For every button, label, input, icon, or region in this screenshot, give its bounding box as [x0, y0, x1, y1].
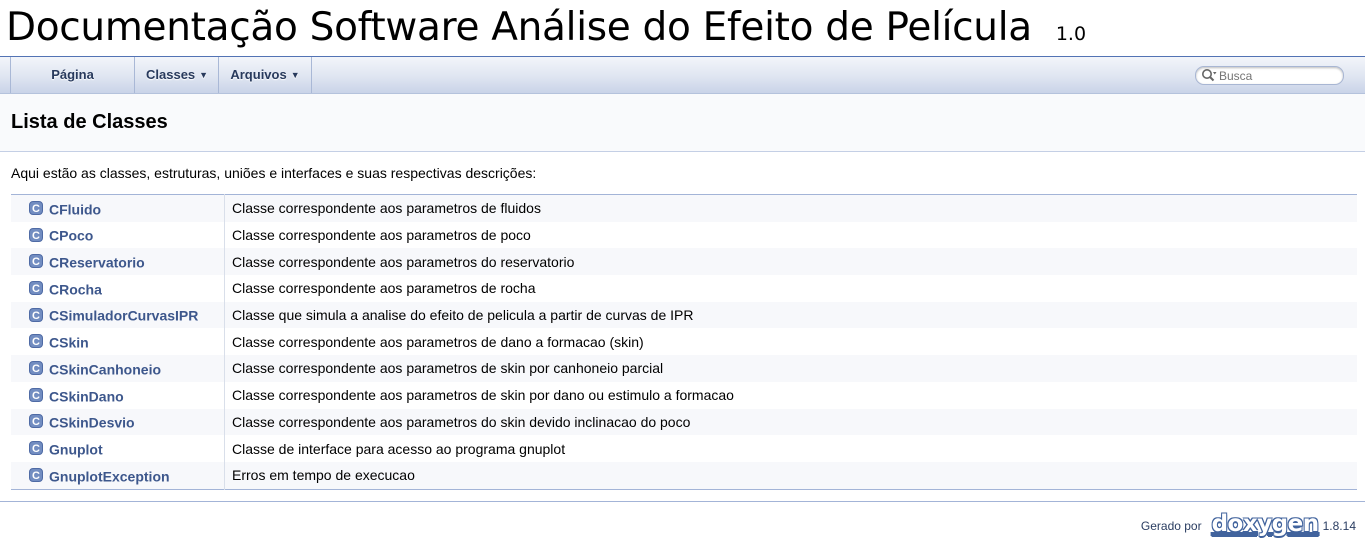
page-title: Lista de Classes [11, 111, 168, 133]
table-row: C Gnuplot Classe de interface para acesso … [11, 435, 1357, 462]
nav-item-files[interactable]: Arquivos ▼ [219, 57, 312, 93]
class-link[interactable]: CSkinDano [49, 388, 124, 404]
class-link[interactable]: CSkinCanhoneio [49, 361, 161, 377]
class-icon: C [29, 307, 43, 322]
table-row: C CReservatorio Classe correspondente aos … [11, 248, 1357, 276]
footer: Gerado por doxygen 1.8.14 [1140, 511, 1356, 539]
doxygen-logo[interactable]: doxygen [1212, 511, 1320, 537]
class-list-table: C CFluido Classe correspondente aos parame… [11, 194, 1357, 490]
class-link[interactable]: Gnuplot [49, 441, 103, 457]
class-link[interactable]: CPoco [49, 228, 93, 244]
nav-item-files-label: Arquivos [230, 67, 287, 82]
class-description: Classe correspondente aos parametros de … [232, 360, 664, 377]
class-icon: C [29, 334, 43, 349]
project-name: Documentação Software Análise do Efeito … [6, 5, 1086, 50]
table-row: C CSkinDesvio Classe correspondente aos pa… [11, 408, 1357, 436]
class-name-cell: C CSkin [11, 328, 225, 356]
class-icon: C [29, 200, 43, 215]
chevron-down-icon: ▼ [199, 70, 209, 80]
class-name-cell: C CFluido [11, 194, 225, 222]
class-link[interactable]: CFluido [49, 201, 101, 217]
class-description: Erros em tempo de execucao [232, 467, 415, 484]
table-row: C CSkinCanhoneio Classe correspondente aos… [11, 355, 1357, 382]
page-header: Lista de Classes [0, 94, 1365, 152]
class-name-cell: C CSkinCanhoneio [11, 355, 225, 382]
search-box[interactable] [1195, 66, 1344, 85]
class-icon: C [29, 361, 43, 376]
title-area: Documentação Software Análise do Efeito … [0, 0, 1365, 57]
class-name-cell: C Gnuplot [11, 435, 225, 462]
table-row: C CSimuladorCurvasIPR Classe que simula a … [11, 301, 1357, 329]
footer-version: 1.8.14 [1322, 519, 1356, 533]
class-name-cell: C CSkinDesvio [11, 408, 225, 436]
class-icon: C [29, 227, 43, 242]
class-link[interactable]: CSkinDesvio [49, 414, 135, 430]
class-name-cell: C CSimuladorCurvasIPR [11, 301, 225, 329]
class-description: Classe correspondente aos parametros de … [232, 387, 734, 404]
nav-item-classes-label: Classes [146, 67, 196, 82]
class-description: Classe correspondente aos parametros de … [232, 227, 531, 244]
class-icon: C [29, 414, 43, 429]
class-icon: C [29, 281, 43, 296]
class-link[interactable]: CRocha [49, 281, 102, 297]
class-description: Classe correspondente aos parametros de … [232, 200, 541, 217]
nav-item-classes[interactable]: Classes ▼ [135, 57, 219, 93]
project-name-text: Documentação Software Análise do Efeito … [6, 5, 1032, 50]
chevron-down-icon: ▼ [290, 70, 300, 80]
class-name-cell: C CReservatorio [11, 248, 225, 276]
main-nav: Página Principal Classes▼ Arquivos▼ [0, 57, 1365, 118]
intro-text: Aqui estão as classes, estruturas, uniõe… [11, 165, 537, 181]
class-name-cell: C CPoco [11, 221, 225, 249]
table-row: C GnuplotException Erros em tempo de execu… [11, 461, 1357, 490]
class-link[interactable]: GnuplotException [49, 468, 170, 484]
class-name-cell: C CRocha [11, 275, 225, 302]
class-description: Classe correspondente aos parametros do … [232, 253, 575, 270]
class-description: Classe correspondente aos parametros de … [232, 333, 644, 350]
footer-divider [0, 501, 1365, 502]
nav-item-home[interactable]: Página Principal [10, 57, 135, 118]
table-row: C CSkinDano Classe correspondente aos para… [11, 381, 1357, 409]
table-row: C CSkin Classe correspondente aos parametr… [11, 328, 1357, 356]
class-name-cell: C CSkinDano [11, 381, 225, 409]
class-description: Classe correspondente aos parametros do … [232, 413, 691, 430]
class-description: Classe que simula a analise do efeito de… [232, 307, 694, 324]
class-link[interactable]: CReservatorio [49, 254, 145, 270]
class-icon: C [29, 467, 43, 482]
table-row: C CPoco Classe correspondente aos parametr… [11, 221, 1357, 249]
table-row: C CFluido Classe correspondente aos parame… [11, 194, 1357, 222]
class-name-cell: C GnuplotException [11, 461, 225, 490]
class-description: Classe de interface para acesso ao progr… [232, 440, 566, 457]
class-icon: C [29, 254, 43, 269]
class-icon: C [29, 441, 43, 456]
class-description: Classe correspondente aos parametros de … [232, 280, 536, 297]
footer-generated-by: Gerado por [1140, 519, 1202, 533]
search-icon[interactable] [1201, 68, 1217, 83]
class-link[interactable]: CSkin [49, 334, 89, 350]
table-row: C CRocha Classe correspondente aos paramet… [11, 275, 1357, 302]
class-icon: C [29, 387, 43, 402]
class-link[interactable]: CSimuladorCurvasIPR [49, 308, 198, 324]
project-number: 1.0 [1055, 23, 1087, 45]
search-input[interactable] [1219, 67, 1337, 84]
